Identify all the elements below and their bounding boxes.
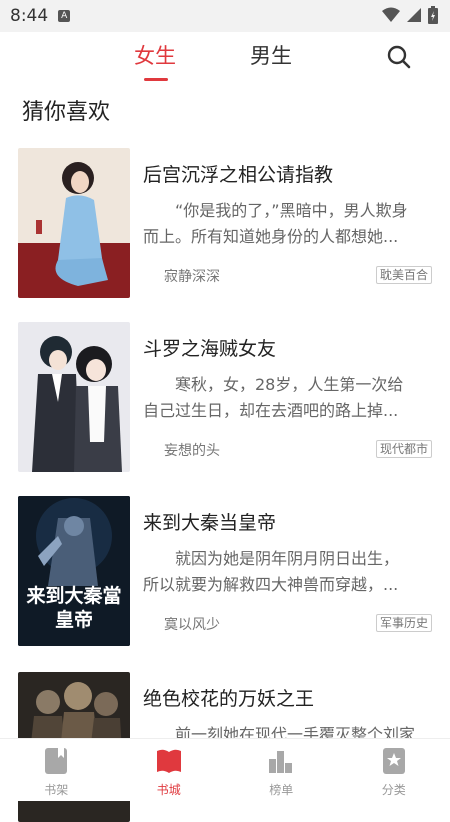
status-time: 8:44 xyxy=(10,6,48,26)
cover-title-line: 来到大秦當 xyxy=(18,584,130,608)
book-author: 寞以风少 xyxy=(164,614,220,634)
active-tab-indicator xyxy=(144,78,168,81)
wifi-icon xyxy=(382,7,400,23)
nav-label: 书城 xyxy=(113,781,226,798)
nav-label: 书架 xyxy=(0,781,113,798)
book-description-line: 所以就要为解救四大神兽而穿越，... xyxy=(143,572,421,598)
book-description: 就因为她是阴年阴月阴日出生， 所以就要为解救四大神兽而穿越，... xyxy=(143,546,421,598)
bottom-navigation: 书架 书城 榜单 分类 xyxy=(0,738,450,801)
book-author: 妄想的头 xyxy=(164,440,220,460)
book-title[interactable]: 来到大秦当皇帝 xyxy=(143,508,276,535)
book-description: “你是我的了，”黑暗中，男人欺身 而上。所有知道她身份的人都想她... xyxy=(143,198,421,250)
status-icons xyxy=(382,6,438,24)
category-icon xyxy=(381,747,407,775)
nav-category[interactable]: 分类 xyxy=(338,739,450,801)
cover-title-line: 皇帝 xyxy=(18,608,130,632)
nav-ranking[interactable]: 榜单 xyxy=(225,739,338,801)
book-author: 寂静深深 xyxy=(164,266,220,286)
book-cover[interactable]: 来到大秦當 皇帝 xyxy=(18,496,130,646)
book-description-line: “你是我的了，”黑暗中，男人欺身 xyxy=(143,198,421,224)
bookshelf-icon xyxy=(43,747,69,775)
top-tab-bar: 女生 男生 xyxy=(0,32,450,88)
nav-bookstore[interactable]: 书城 xyxy=(113,739,226,801)
ranking-icon xyxy=(268,747,294,775)
book-description-line: 就因为她是阴年阴月阴日出生， xyxy=(143,546,421,572)
tab-male[interactable]: 男生 xyxy=(250,40,292,70)
status-bar: 8:44 A xyxy=(0,0,450,32)
section-title: 猜你喜欢 xyxy=(22,94,110,126)
book-store-icon xyxy=(156,747,182,775)
book-title[interactable]: 斗罗之海贼女友 xyxy=(143,334,276,361)
search-icon[interactable] xyxy=(386,44,412,70)
battery-icon xyxy=(428,6,438,24)
notification-badge: A xyxy=(58,10,70,22)
book-item[interactable]: 来到大秦當 皇帝 来到大秦当皇帝 就因为她是阴年阴月阴日出生， 所以就要为解救四… xyxy=(0,496,450,646)
nav-label: 分类 xyxy=(338,781,450,798)
book-genre-tag: 耽美百合 xyxy=(376,266,432,284)
book-item[interactable]: 后宫沉浮之相公请指教 “你是我的了，”黑暗中，男人欺身 而上。所有知道她身份的人… xyxy=(0,148,450,298)
book-description-line: 寒秋，女，28岁，人生第一次给 xyxy=(143,372,421,398)
cellular-signal-icon xyxy=(406,7,422,23)
book-description: 寒秋，女，28岁，人生第一次给 自己过生日，却在去酒吧的路上掉... xyxy=(143,372,421,424)
book-item[interactable]: 斗罗之海贼女友 寒秋，女，28岁，人生第一次给 自己过生日，却在去酒吧的路上掉.… xyxy=(0,322,450,472)
book-genre-tag: 军事历史 xyxy=(376,614,432,632)
book-cover[interactable] xyxy=(18,322,130,472)
book-title[interactable]: 后宫沉浮之相公请指教 xyxy=(143,160,333,187)
book-genre-tag: 现代都市 xyxy=(376,440,432,458)
nav-label: 榜单 xyxy=(225,781,338,798)
book-title[interactable]: 绝色校花的万妖之王 xyxy=(143,684,314,711)
book-cover[interactable] xyxy=(18,148,130,298)
tab-female[interactable]: 女生 xyxy=(134,40,176,70)
book-description-line: 自己过生日，却在去酒吧的路上掉... xyxy=(143,398,421,424)
book-description-line: 而上。所有知道她身份的人都想她... xyxy=(143,224,421,250)
cover-title-text: 来到大秦當 皇帝 xyxy=(18,584,130,632)
nav-bookshelf[interactable]: 书架 xyxy=(0,739,113,801)
